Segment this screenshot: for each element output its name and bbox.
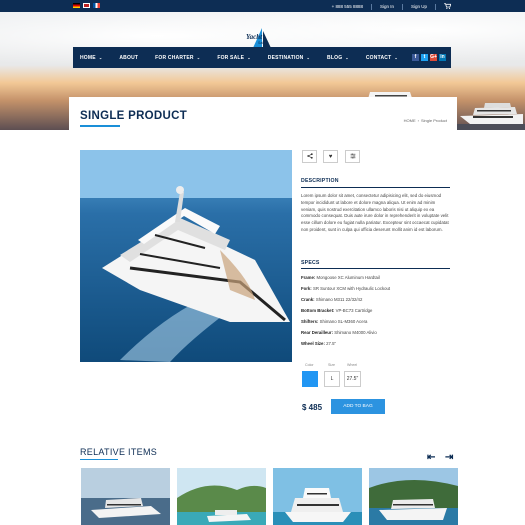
next-arrow-icon[interactable]: ⇥: [445, 452, 453, 463]
chevron-down-icon: ⌄: [345, 55, 349, 60]
product-price: $ 485: [302, 403, 323, 412]
nav-label: FOR SALE: [217, 54, 245, 61]
chevron-down-icon: ⌄: [196, 55, 201, 60]
language-flags: [73, 3, 100, 8]
color-swatch[interactable]: [302, 371, 318, 387]
compare-button[interactable]: [345, 150, 360, 163]
size-option-label: Size: [328, 363, 335, 367]
chevron-down-icon: ⌄: [394, 55, 398, 60]
social-links: f t G+ in: [412, 54, 446, 61]
breadcrumb-separator-icon: ›: [417, 118, 419, 123]
spec-row: Wheel Size: 27.5": [301, 341, 336, 346]
twitter-icon[interactable]: t: [421, 54, 428, 61]
wheel-option-label: Wheel: [347, 363, 358, 367]
spec-label: Wheel Size:: [301, 341, 325, 346]
spec-label: Fork:: [301, 286, 312, 291]
nav-item-about[interactable]: ABOUT: [119, 55, 138, 61]
google-plus-icon[interactable]: G+: [430, 54, 437, 61]
spec-value: SR Suntour XCM with Hydraulic Lockout: [312, 286, 391, 291]
spec-value: Shimano M311 22/32/42: [315, 297, 363, 302]
nav-item-blog[interactable]: BLOG ⌄: [327, 55, 349, 61]
spec-row: Fork: SR Suntour XCM with Hydraulic Lock…: [301, 286, 390, 291]
sign-in-link[interactable]: Sign In: [380, 4, 394, 9]
divider: [370, 3, 372, 10]
product-image[interactable]: [80, 150, 292, 362]
spec-label: Shifters:: [301, 319, 319, 324]
chevron-down-icon: ⌄: [306, 55, 311, 60]
related-item-thumbnail[interactable]: [273, 468, 362, 525]
nav-item-destination[interactable]: DESTINATION ⌄: [268, 55, 310, 61]
breadcrumb-current: Single Product: [420, 118, 447, 123]
nav-label: BLOG: [327, 54, 343, 61]
top-bar: + 888 555 8888 Sign In Sign Up: [0, 0, 525, 12]
spec-label: Bottom Bracket:: [301, 308, 335, 313]
size-selector[interactable]: L: [324, 371, 340, 387]
linkedin-icon[interactable]: in: [439, 54, 446, 61]
related-item-thumbnail[interactable]: [369, 468, 458, 525]
spec-row: Crank: Shimano M311 22/32/42: [301, 297, 362, 302]
page-header-card: SINGLE PRODUCT HOME › Single Product: [69, 97, 457, 131]
spec-value: Mongoose XC Aluminum Hardtail: [316, 275, 380, 280]
nav-item-home[interactable]: HOME ⌄: [80, 55, 102, 61]
hero-yacht-image: [455, 103, 525, 130]
specs-divider: [301, 268, 450, 269]
divider: [435, 3, 436, 10]
prev-arrow-icon[interactable]: ⇤: [427, 452, 435, 463]
description-divider: [301, 187, 450, 188]
phone-number: + 888 555 8888: [331, 4, 363, 9]
logo-subtitle: Sailing: [258, 41, 269, 45]
wheel-selector[interactable]: 27.5": [344, 371, 361, 387]
spec-row: Frame: Mongoose XC Aluminum Hardtail: [301, 275, 380, 280]
share-icon: [306, 152, 313, 161]
spec-label: Rear Derailleur:: [301, 330, 334, 335]
spec-value: Shimano SL-M360 Acera: [319, 319, 368, 324]
product-description: Lorem ipsum dolor sit amet, consectetur …: [301, 193, 449, 232]
spec-label: Frame:: [301, 275, 316, 280]
facebook-icon[interactable]: f: [412, 54, 419, 61]
nav-label: FOR CHARTER: [155, 54, 194, 61]
description-heading: DESCRIPTION: [301, 178, 339, 184]
page-title: SINGLE PRODUCT: [80, 110, 188, 122]
spec-value: Shimano M4000 Alivio: [334, 330, 377, 335]
spec-label: Crank:: [301, 297, 315, 302]
divider: [401, 3, 403, 10]
nav-label: ABOUT: [119, 54, 139, 61]
sliders-icon: [350, 153, 356, 161]
wishlist-button[interactable]: ♥: [323, 150, 338, 163]
related-underline: [80, 459, 118, 460]
nav-item-contact[interactable]: CONTACT ⌄: [366, 55, 398, 61]
related-item-thumbnail[interactable]: [177, 468, 266, 525]
nav-label: DESTINATION: [267, 54, 304, 61]
flag-de-icon[interactable]: [73, 3, 80, 8]
main-navigation: HOME ⌄ ABOUT FOR CHARTER ⌄ FOR SALE ⌄ DESTI…: [73, 47, 451, 68]
nav-item-for-sale[interactable]: FOR SALE ⌄: [217, 55, 250, 61]
spec-row: Rear Derailleur: Shimano M4000 Alivio: [301, 330, 377, 335]
specs-heading: SPECS: [301, 260, 320, 266]
spec-row: Bottom Bracket: VP-BC73 Cartridge: [301, 308, 372, 313]
spec-value: VP-BC73 Cartridge: [335, 308, 373, 313]
breadcrumb-home[interactable]: HOME: [404, 118, 416, 123]
chevron-down-icon: ⌄: [98, 55, 103, 60]
share-button[interactable]: [302, 150, 317, 163]
related-items-heading: RELATIVE ITEMS: [80, 447, 158, 457]
nav-label: CONTACT: [365, 54, 392, 61]
spec-row: Shifters: Shimano SL-M360 Acera: [301, 319, 367, 324]
nav-label: HOME: [80, 54, 96, 61]
flag-fr-icon[interactable]: [93, 3, 100, 8]
breadcrumb: HOME › Single Product: [404, 118, 447, 123]
title-underline: [80, 125, 120, 127]
chevron-down-icon: ⌄: [247, 55, 251, 60]
spec-value: 27.5": [326, 341, 336, 346]
add-to-bag-button[interactable]: ADD TO BAG: [331, 399, 385, 414]
color-option-label: Color: [305, 363, 314, 367]
heart-icon: ♥: [328, 153, 333, 160]
logo-text[interactable]: Yacht: [246, 33, 262, 41]
flag-uk-icon[interactable]: [83, 3, 90, 8]
related-item-thumbnail[interactable]: [81, 468, 170, 525]
cart-icon[interactable]: [444, 3, 452, 10]
nav-item-for-charter[interactable]: FOR CHARTER ⌄: [155, 55, 200, 61]
sign-up-link[interactable]: Sign Up: [411, 4, 427, 9]
